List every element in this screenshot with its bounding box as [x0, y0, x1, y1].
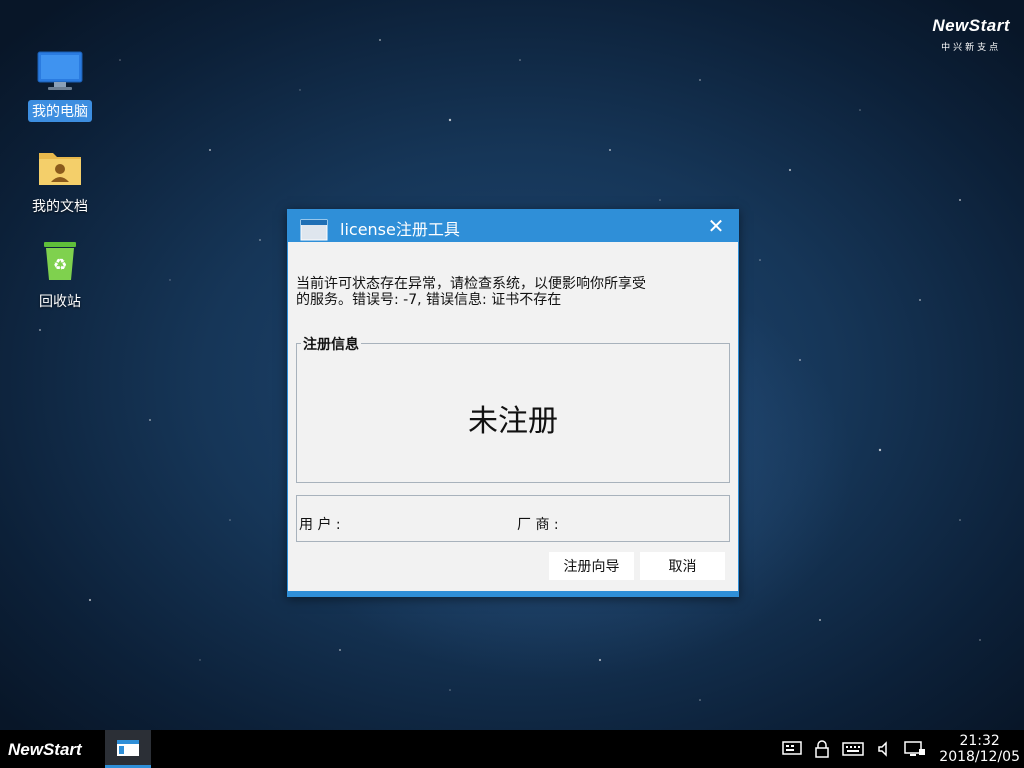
brand-logo-text: NewStart: [932, 16, 1010, 35]
brand-logo-corner: NewStart 中兴新支点: [932, 16, 1010, 53]
computer-icon: [20, 50, 100, 96]
keyboard-icon[interactable]: [842, 740, 864, 762]
close-icon: ✕: [707, 214, 725, 238]
taskbar: NewStart 21:32 2018/12/05: [0, 730, 1024, 768]
start-button[interactable]: NewStart: [0, 730, 96, 768]
dialog-titlebar[interactable]: license注册工具 ✕: [288, 210, 738, 242]
license-dialog: license注册工具 ✕ 当前许可状态存在异常，请检查系统，以便影响你所享受 …: [287, 209, 739, 597]
taskbar-item-license-tool[interactable]: [105, 730, 151, 768]
close-button[interactable]: ✕: [702, 212, 730, 240]
display-icon[interactable]: [904, 740, 926, 762]
clock[interactable]: 21:32 2018/12/05: [939, 733, 1020, 765]
group-title: 注册信息: [301, 334, 361, 354]
brand-subtitle: 中兴新支点: [941, 43, 1002, 53]
message-line-2: 的服务。错误号: -7, 错误信息: 证书不存在: [296, 292, 562, 308]
message-line-1: 当前许可状态存在异常，请检查系统，以便影响你所享受: [296, 276, 646, 292]
desktop-icon-my-computer[interactable]: 我的电脑: [20, 50, 100, 122]
vendor-label: 厂 商 :: [517, 517, 559, 533]
window-icon: [300, 219, 328, 245]
dialog-title: license注册工具: [340, 220, 460, 239]
window-icon: [117, 740, 139, 756]
cancel-button[interactable]: 取消: [640, 552, 725, 580]
user-vendor-box: 用 户 : 厂 商 :: [296, 495, 730, 542]
desktop-icon-label: 我的电脑: [28, 100, 92, 122]
lock-icon[interactable]: [814, 740, 830, 762]
registration-status: 未注册: [468, 404, 558, 439]
clock-time: 21:32: [959, 733, 1000, 749]
dialog-bottom-accent: [288, 591, 738, 596]
desktop-icon-recycle-bin[interactable]: ♻ 回收站: [20, 240, 100, 312]
registration-wizard-button[interactable]: 注册向导: [549, 552, 634, 580]
volume-icon[interactable]: [876, 740, 892, 762]
start-logo-text: NewStart: [8, 740, 82, 759]
license-message: 当前许可状态存在异常，请检查系统，以便影响你所享受 的服务。错误号: -7, 错…: [296, 276, 716, 308]
documents-folder-icon: [20, 145, 100, 191]
desktop-icon-my-documents[interactable]: 我的文档: [20, 145, 100, 217]
clock-date: 2018/12/05: [939, 749, 1020, 765]
recycle-bin-icon: ♻: [20, 240, 100, 286]
svg-text:♻: ♻: [53, 255, 67, 274]
registration-info-group: 注册信息 未注册: [296, 334, 730, 483]
network-icon[interactable]: [782, 740, 802, 762]
desktop-icon-label: 我的文档: [32, 199, 88, 215]
desktop-icon-label: 回收站: [39, 294, 81, 310]
user-label: 用 户 :: [299, 517, 341, 533]
